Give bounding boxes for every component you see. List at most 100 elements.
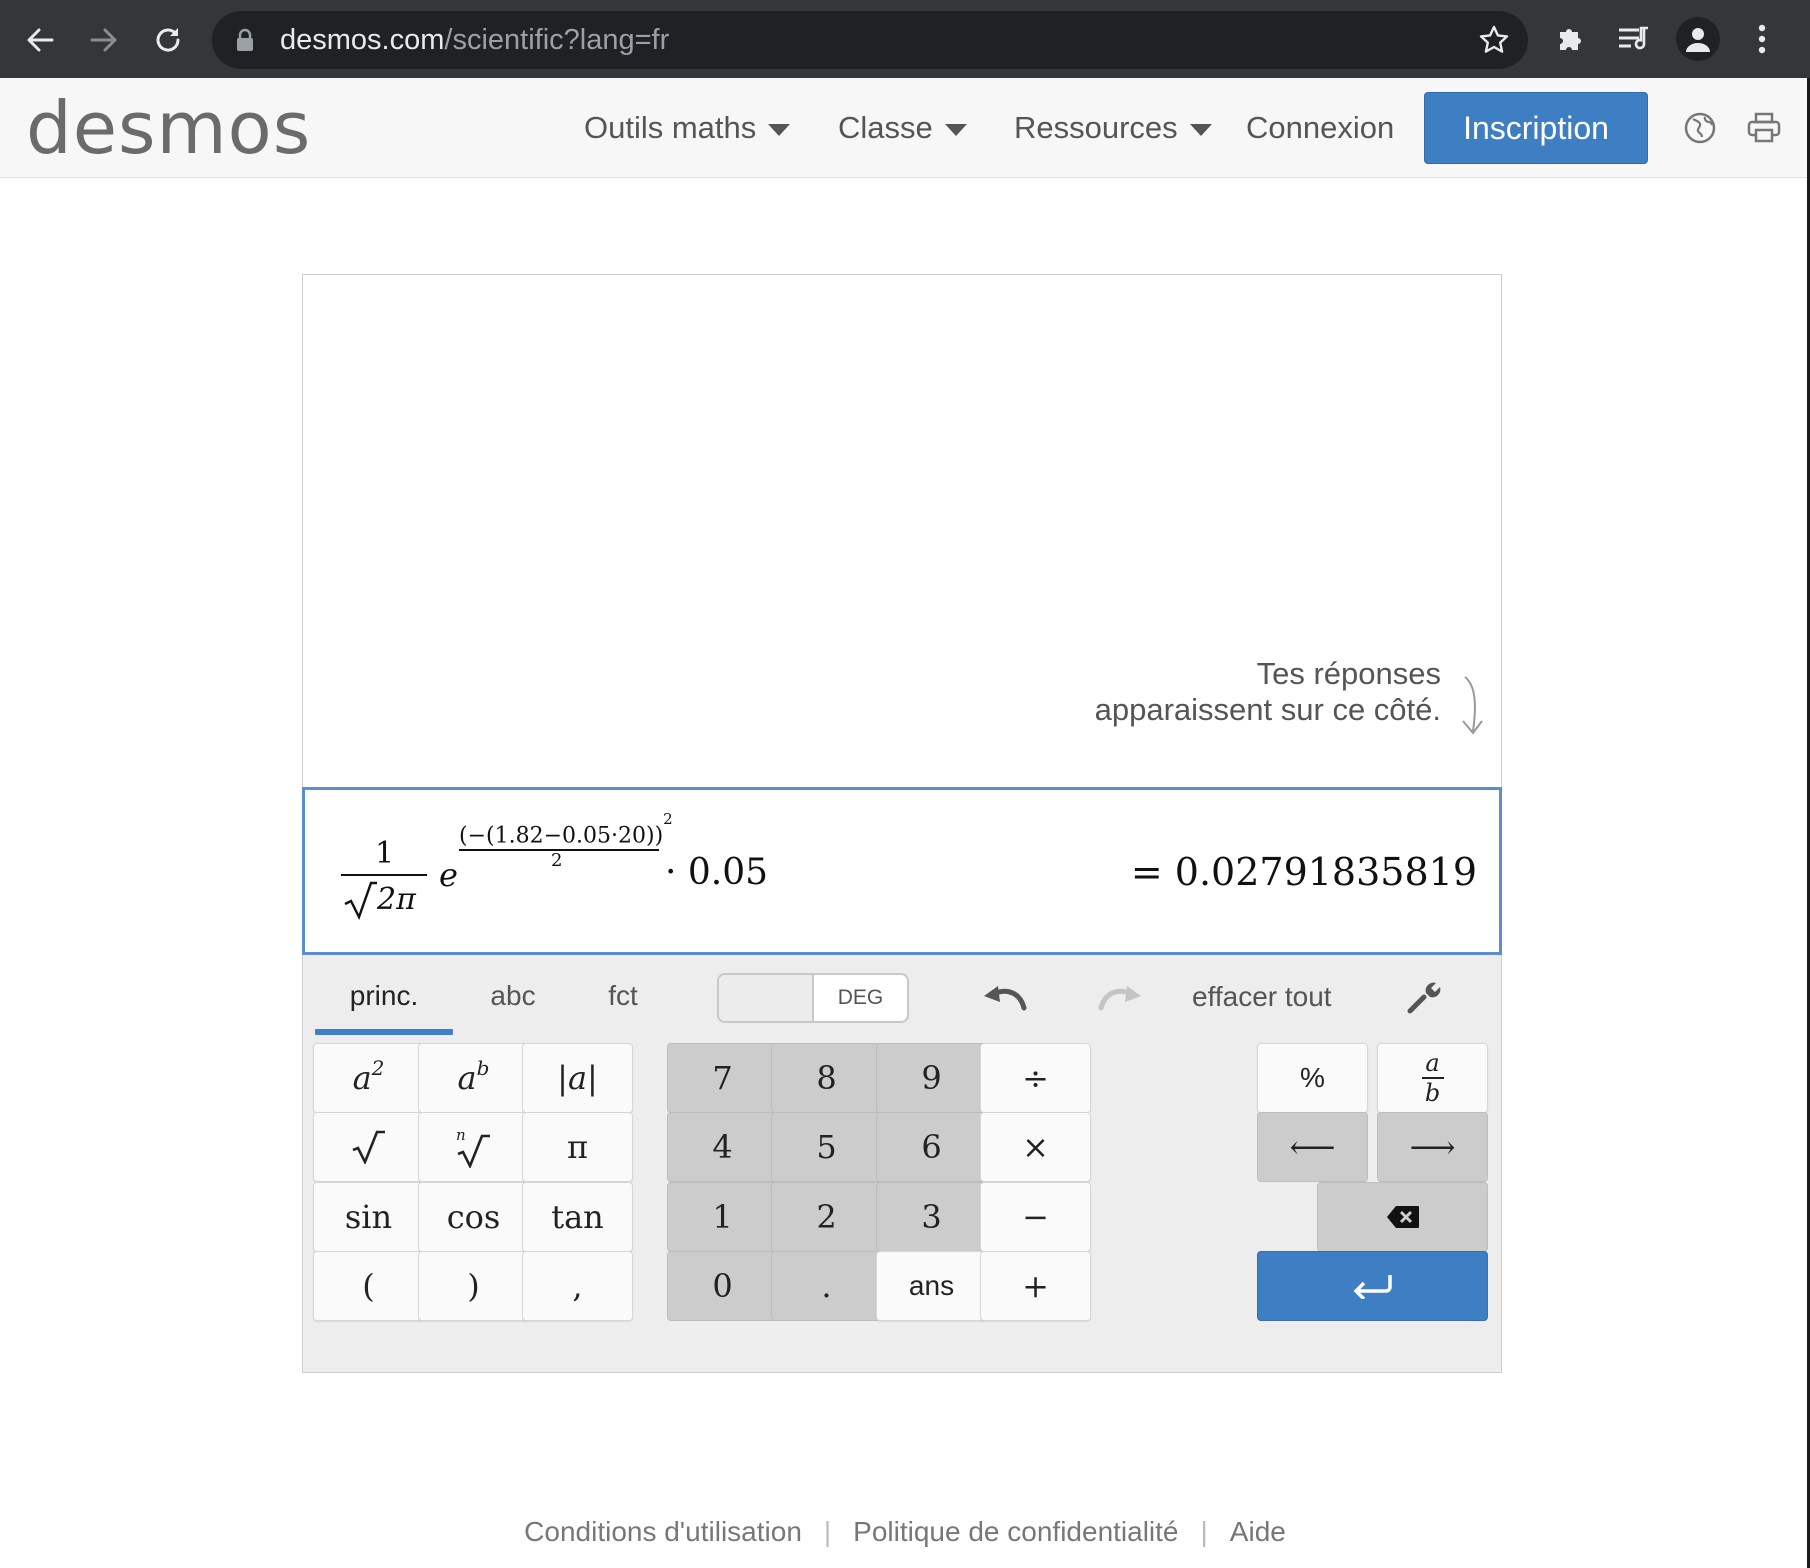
enter-key[interactable] — [1257, 1251, 1488, 1321]
sqrt-key[interactable] — [313, 1112, 424, 1182]
extensions-puzzle-icon[interactable] — [1548, 17, 1592, 61]
percent-key[interactable]: % — [1257, 1043, 1368, 1113]
curved-arrow-down-icon — [1455, 675, 1489, 744]
nav-classroom[interactable]: Classe — [838, 110, 967, 146]
keypad-tabbar: princ. abc fct DEG effacer tout — [303, 955, 1501, 1037]
keypad: princ. abc fct DEG effacer tout a2 ab |a… — [303, 955, 1501, 1372]
tab-main[interactable]: princ. — [315, 955, 453, 1037]
pi-key[interactable]: π — [522, 1112, 633, 1182]
reload-icon[interactable] — [148, 20, 188, 60]
fraction-key[interactable]: ab — [1377, 1043, 1488, 1113]
lock-icon — [236, 28, 254, 57]
login-link[interactable]: Connexion — [1246, 110, 1394, 146]
caret-down-icon — [768, 124, 791, 136]
desmos-logo[interactable]: desmos — [26, 86, 311, 170]
browser-toolbar: desmos.com/scientific?lang=fr — [0, 0, 1810, 78]
cursor-left-key[interactable]: ⟵ — [1257, 1112, 1368, 1182]
nav-math-tools[interactable]: Outils maths — [584, 110, 791, 146]
evaluation-result: = 0.02791835819 — [1130, 850, 1477, 894]
ans-key[interactable]: ans — [876, 1251, 987, 1321]
scientific-calculator: Tes réponses apparaissent sur ce côté. 1… — [302, 274, 1502, 1373]
profile-avatar-icon[interactable] — [1676, 17, 1720, 61]
add-key[interactable]: + — [980, 1251, 1091, 1321]
power-key[interactable]: ab — [418, 1043, 529, 1113]
active-tab-indicator — [315, 1029, 453, 1035]
exponent-numerator: (−(1.82−0.05·20))2 — [459, 810, 673, 849]
help-link[interactable]: Aide — [1230, 1516, 1286, 1548]
redo-icon[interactable] — [1095, 975, 1145, 1019]
decimal-point-key[interactable]: . — [771, 1251, 882, 1321]
sqrt-argument: 2π — [377, 882, 416, 917]
fraction-bar — [341, 874, 427, 876]
footer-separator: | — [823, 1516, 832, 1547]
undo-icon[interactable] — [980, 975, 1030, 1019]
digit-7-key[interactable]: 7 — [667, 1043, 778, 1113]
caret-down-icon — [1189, 124, 1212, 136]
exponent-denominator: 2 — [551, 850, 563, 871]
forward-icon[interactable] — [84, 20, 124, 60]
back-icon[interactable] — [20, 20, 60, 60]
multiplier: · 0.05 — [665, 852, 769, 893]
address-bar[interactable]: desmos.com/scientific?lang=fr — [212, 11, 1528, 69]
svg-text:n: n — [456, 1126, 466, 1144]
tab-functions[interactable]: fct — [573, 955, 673, 1037]
exponent-power: 2 — [663, 810, 673, 828]
multiply-key[interactable]: × — [980, 1112, 1091, 1182]
euler-e: e — [439, 856, 458, 894]
square-key[interactable]: a2 — [313, 1043, 424, 1113]
url-host: desmos.com — [280, 24, 445, 56]
globe-language-icon[interactable] — [1680, 108, 1720, 148]
print-icon[interactable] — [1744, 108, 1784, 148]
digit-1-key[interactable]: 1 — [667, 1182, 778, 1252]
nth-root-icon: n — [456, 1126, 490, 1168]
expression-input[interactable]: 1 2π e (−(1.82−0.05·20))2 2 · 0.05 = 0.0… — [302, 787, 1502, 955]
footer-separator: | — [1200, 1516, 1208, 1547]
digit-3-key[interactable]: 3 — [876, 1182, 987, 1252]
clear-all-button[interactable]: effacer tout — [1192, 975, 1332, 1019]
cos-key[interactable]: cos — [418, 1182, 529, 1252]
right-paren-key[interactable]: ) — [418, 1251, 529, 1321]
nav-resources[interactable]: Ressources — [1014, 110, 1212, 146]
digit-2-key[interactable]: 2 — [771, 1182, 882, 1252]
bookmark-star-icon[interactable] — [1478, 24, 1510, 61]
absolute-value-key[interactable]: |a| — [522, 1043, 633, 1113]
enter-return-icon — [1353, 1275, 1392, 1299]
absolute-value-label: |a| — [557, 1059, 598, 1097]
digit-8-key[interactable]: 8 — [771, 1043, 882, 1113]
tan-key[interactable]: tan — [522, 1182, 633, 1252]
digit-9-key[interactable]: 9 — [876, 1043, 987, 1113]
site-header: desmos Outils maths Classe Ressources Co… — [0, 78, 1810, 178]
tab-abc[interactable]: abc — [453, 955, 573, 1037]
nth-root-key[interactable]: n — [418, 1112, 529, 1182]
terms-link[interactable]: Conditions d'utilisation — [524, 1516, 802, 1548]
cursor-right-key[interactable]: ⟶ — [1377, 1112, 1488, 1182]
divide-key[interactable]: ÷ — [980, 1043, 1091, 1113]
nav-math-tools-label: Outils maths — [584, 110, 757, 145]
digit-4-key[interactable]: 4 — [667, 1112, 778, 1182]
backspace-key[interactable] — [1317, 1182, 1488, 1252]
exponent-numerator-text: (−(1.82−0.05·20)) — [459, 823, 664, 849]
subtract-key[interactable]: − — [980, 1182, 1091, 1252]
privacy-link[interactable]: Politique de confidentialité — [853, 1516, 1178, 1548]
comma-key[interactable]: , — [522, 1251, 633, 1321]
sqrt-icon — [352, 1130, 385, 1164]
left-paren-key[interactable]: ( — [313, 1251, 424, 1321]
signup-button[interactable]: Inscription — [1424, 92, 1648, 164]
site-footer: Conditions d'utilisation | Politique de … — [0, 1512, 1810, 1552]
angle-mode-label: DEG — [837, 986, 884, 1009]
digit-0-key[interactable]: 0 — [667, 1251, 778, 1321]
nav-classroom-label: Classe — [838, 110, 933, 145]
settings-wrench-icon[interactable] — [1399, 975, 1449, 1019]
sqrt-sign-icon — [343, 880, 377, 924]
answers-hint: Tes réponses apparaissent sur ce côté. — [1094, 656, 1441, 727]
fraction-numerator: 1 — [375, 836, 395, 871]
angle-mode-toggle[interactable]: DEG — [717, 973, 909, 1023]
sin-key[interactable]: sin — [313, 1182, 424, 1252]
fraction-icon: ab — [1421, 1051, 1444, 1105]
digit-6-key[interactable]: 6 — [876, 1112, 987, 1182]
browser-menu-icon[interactable] — [1740, 17, 1784, 61]
digit-5-key[interactable]: 5 — [771, 1112, 882, 1182]
media-queue-icon[interactable] — [1612, 17, 1656, 61]
url-path: /scientific?lang=fr — [444, 24, 670, 56]
history-panel: Tes réponses apparaissent sur ce côté. — [303, 275, 1501, 787]
